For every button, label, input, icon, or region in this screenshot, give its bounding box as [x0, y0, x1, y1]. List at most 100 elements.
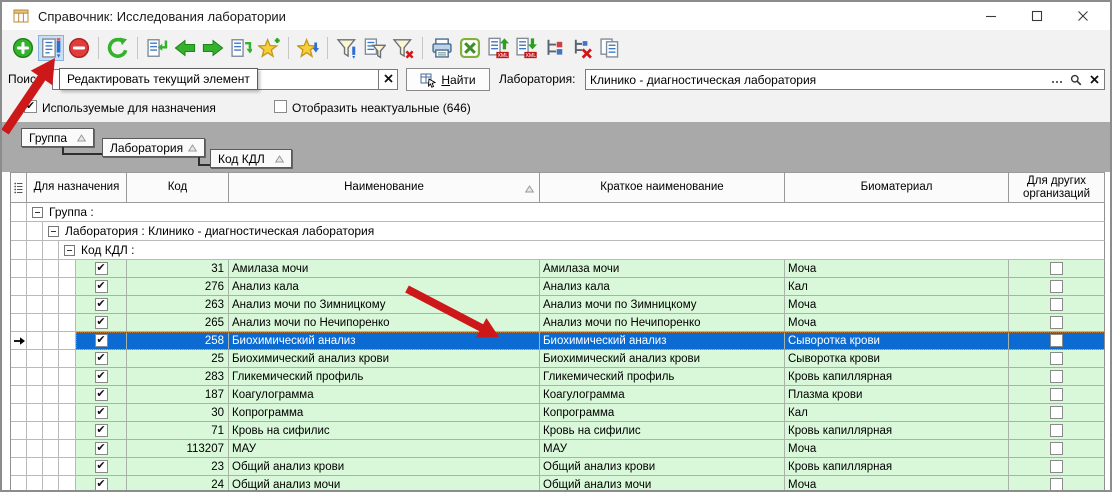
assignment-checkbox[interactable]	[95, 442, 108, 455]
cell-name[interactable]: Общий анализ мочи	[229, 476, 540, 492]
cell-other-orgs[interactable]	[1009, 422, 1105, 440]
cell-biomaterial[interactable]: Кровь капиллярная	[785, 422, 1009, 440]
laboratory-input[interactable]: Клинико - диагностическая лаборатория	[585, 69, 1105, 90]
cell-code[interactable]: 24	[127, 476, 229, 492]
table-row[interactable]: 71Кровь на сифилисКровь на сифилисКровь …	[11, 422, 1105, 440]
cell-for-assignment[interactable]	[76, 278, 127, 296]
cell-short-name[interactable]: МАУ	[540, 440, 785, 458]
xml-import-button[interactable]: XML	[485, 35, 511, 61]
refresh-button[interactable]	[105, 35, 131, 61]
edit-button[interactable]	[38, 35, 64, 61]
prev-button[interactable]	[172, 35, 198, 61]
cell-code[interactable]: 263	[127, 296, 229, 314]
assignment-checkbox[interactable]	[95, 352, 108, 365]
cell-short-name[interactable]: Анализ кала	[540, 278, 785, 296]
other-orgs-checkbox[interactable]	[1050, 406, 1063, 419]
table-row[interactable]: 31Амилаза мочиАмилаза мочиМоча	[11, 260, 1105, 278]
cell-other-orgs[interactable]	[1009, 296, 1105, 314]
show-inactive-checkbox[interactable]	[274, 100, 287, 113]
assignment-checkbox[interactable]	[95, 280, 108, 293]
favorites-button[interactable]	[295, 35, 321, 61]
column-header-5[interactable]: Биоматериал	[785, 172, 1009, 203]
close-button[interactable]	[1060, 2, 1106, 30]
cell-for-assignment[interactable]	[76, 314, 127, 332]
excel-export-button[interactable]	[457, 35, 483, 61]
table-row[interactable]: 265Анализ мочи по НечипоренкоАнализ мочи…	[11, 314, 1105, 332]
column-header-3[interactable]: Наименование	[229, 172, 540, 203]
assignment-checkbox[interactable]	[95, 262, 108, 275]
delete-button[interactable]	[66, 35, 92, 61]
cell-name[interactable]: Гликемический профиль	[229, 368, 540, 386]
group-row-content[interactable]: Лаборатория : Клинико - диагностическая …	[43, 222, 1105, 241]
table-row[interactable]: 263Анализ мочи по ЗимницкомуАнализ мочи …	[11, 296, 1105, 314]
assignment-checkbox[interactable]	[95, 478, 108, 491]
cell-other-orgs[interactable]	[1009, 350, 1105, 368]
cell-other-orgs[interactable]	[1009, 458, 1105, 476]
group-tab-laboratoriya[interactable]: Лаборатория	[102, 138, 205, 157]
xml-export-button[interactable]: XML	[513, 35, 539, 61]
cell-name[interactable]: МАУ	[229, 440, 540, 458]
copy-button[interactable]	[597, 35, 623, 61]
collapse-button[interactable]	[48, 226, 59, 237]
other-orgs-checkbox[interactable]	[1050, 334, 1063, 347]
cell-for-assignment[interactable]	[76, 404, 127, 422]
ellipsis-icon[interactable]	[1051, 74, 1063, 85]
group-row[interactable]: Лаборатория : Клинико - диагностическая …	[11, 222, 1105, 241]
cell-name[interactable]: Анализ кала	[229, 278, 540, 296]
group-row[interactable]: Группа :	[11, 203, 1105, 222]
cell-short-name[interactable]: Кровь на сифилис	[540, 422, 785, 440]
cell-biomaterial[interactable]: Сыворотка крови	[785, 350, 1009, 368]
show-inactive-label[interactable]: Отобразить неактуальные (646)	[292, 101, 471, 115]
cell-other-orgs[interactable]	[1009, 278, 1105, 296]
cell-other-orgs[interactable]	[1009, 314, 1105, 332]
group-row[interactable]: Код КДЛ :	[11, 241, 1105, 260]
other-orgs-checkbox[interactable]	[1050, 478, 1063, 491]
cell-name[interactable]: Амилаза мочи	[229, 260, 540, 278]
cell-short-name[interactable]: Анализ мочи по Нечипоренко	[540, 314, 785, 332]
cell-other-orgs[interactable]	[1009, 260, 1105, 278]
cell-name[interactable]: Копрограмма	[229, 404, 540, 422]
magnifier-icon[interactable]	[1070, 74, 1082, 86]
other-orgs-checkbox[interactable]	[1050, 442, 1063, 455]
assignment-checkbox[interactable]	[95, 406, 108, 419]
cell-other-orgs[interactable]	[1009, 332, 1105, 350]
cell-code[interactable]: 31	[127, 260, 229, 278]
cell-short-name[interactable]: Гликемический профиль	[540, 368, 785, 386]
other-orgs-checkbox[interactable]	[1050, 370, 1063, 383]
group-tab-kod-kdl[interactable]: Код КДЛ	[210, 149, 292, 168]
other-orgs-checkbox[interactable]	[1050, 280, 1063, 293]
used-for-assignment-checkbox[interactable]	[24, 100, 37, 113]
assignment-checkbox[interactable]	[95, 460, 108, 473]
cell-short-name[interactable]: Амилаза мочи	[540, 260, 785, 278]
cell-biomaterial[interactable]: Кровь капиллярная	[785, 458, 1009, 476]
cell-name[interactable]: Биохимический анализ	[229, 332, 540, 350]
table-row[interactable]: 24Общий анализ мочиОбщий анализ мочиМоча	[11, 476, 1105, 492]
assignment-checkbox[interactable]	[95, 370, 108, 383]
cell-biomaterial[interactable]: Кровь капиллярная	[785, 368, 1009, 386]
cell-name[interactable]: Анализ мочи по Зимницкому	[229, 296, 540, 314]
cell-short-name[interactable]: Коагулограмма	[540, 386, 785, 404]
other-orgs-checkbox[interactable]	[1050, 352, 1063, 365]
cell-biomaterial[interactable]: Кал	[785, 404, 1009, 422]
maximize-button[interactable]	[1014, 2, 1060, 30]
cell-biomaterial[interactable]: Моча	[785, 260, 1009, 278]
cell-for-assignment[interactable]	[76, 332, 127, 350]
other-orgs-checkbox[interactable]	[1050, 316, 1063, 329]
cell-name[interactable]: Биохимический анализ крови	[229, 350, 540, 368]
lab-clear-icon[interactable]	[1089, 74, 1100, 85]
cell-biomaterial[interactable]: Плазма крови	[785, 386, 1009, 404]
cell-code[interactable]: 113207	[127, 440, 229, 458]
cell-for-assignment[interactable]	[76, 440, 127, 458]
filter-clear-button[interactable]	[390, 35, 416, 61]
assignment-checkbox[interactable]	[95, 298, 108, 311]
cell-other-orgs[interactable]	[1009, 386, 1105, 404]
filter-list-button[interactable]	[362, 35, 388, 61]
group-tab-gruppa[interactable]: Группа	[21, 128, 94, 147]
collapse-button[interactable]	[64, 245, 75, 256]
used-for-assignment-label[interactable]: Используемые для назначения	[42, 101, 216, 115]
cell-for-assignment[interactable]	[76, 476, 127, 492]
column-header-4[interactable]: Краткое наименование	[540, 172, 785, 203]
goto-first-button[interactable]	[144, 35, 170, 61]
cell-short-name[interactable]: Анализ мочи по Зимницкому	[540, 296, 785, 314]
filter-edit-button[interactable]	[334, 35, 360, 61]
